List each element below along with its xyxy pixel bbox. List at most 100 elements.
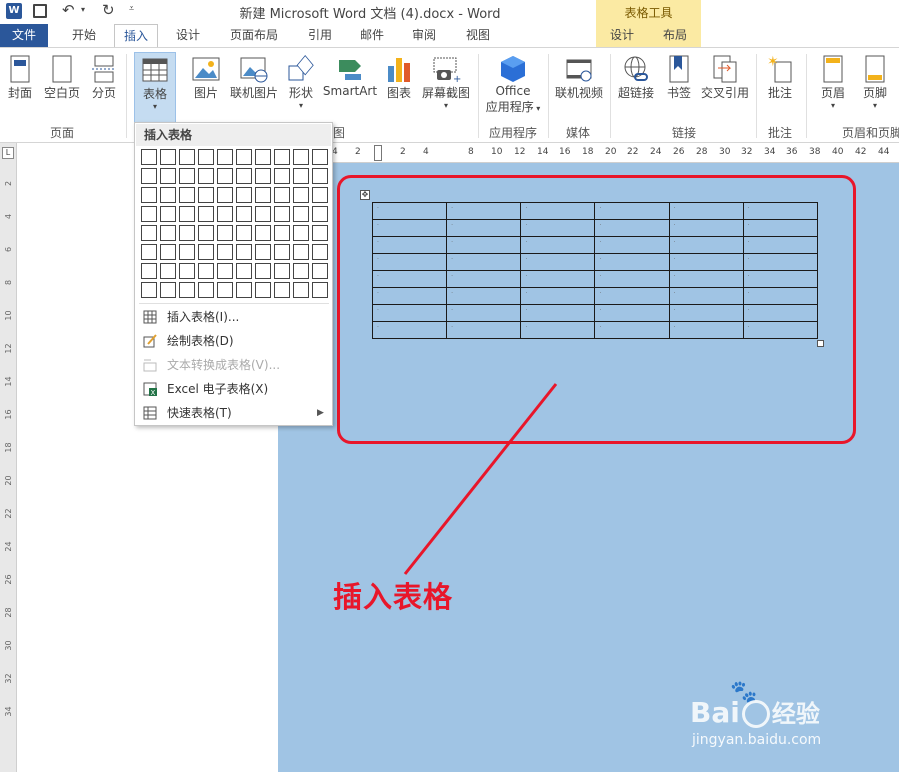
grid-cell[interactable] <box>217 187 233 203</box>
grid-cell[interactable] <box>198 263 214 279</box>
grid-cell[interactable] <box>198 282 214 298</box>
grid-cell[interactable] <box>274 206 290 222</box>
tab-file[interactable]: 文件 <box>0 24 48 47</box>
smartart-button[interactable]: SmartArt <box>322 54 378 98</box>
grid-cell[interactable] <box>312 225 328 241</box>
grid-cell[interactable] <box>236 206 252 222</box>
save-icon[interactable] <box>33 4 47 18</box>
grid-cell[interactable] <box>141 149 157 165</box>
grid-cell[interactable] <box>293 206 309 222</box>
grid-cell[interactable] <box>179 168 195 184</box>
grid-cell[interactable] <box>274 244 290 260</box>
grid-cell[interactable] <box>255 206 271 222</box>
grid-cell[interactable] <box>160 263 176 279</box>
grid-cell[interactable] <box>198 244 214 260</box>
grid-cell[interactable] <box>293 187 309 203</box>
grid-cell[interactable] <box>293 263 309 279</box>
grid-cell[interactable] <box>312 149 328 165</box>
shapes-button[interactable]: 形状 ▾ <box>284 54 318 110</box>
grid-cell[interactable] <box>236 149 252 165</box>
tab-design[interactable]: 设计 <box>166 24 210 47</box>
tab-insert[interactable]: 插入 <box>114 24 158 47</box>
grid-cell[interactable] <box>217 244 233 260</box>
comment-button[interactable]: ✶ 批注 <box>762 54 798 101</box>
grid-cell[interactable] <box>179 244 195 260</box>
grid-cell[interactable] <box>255 282 271 298</box>
grid-cell[interactable] <box>255 187 271 203</box>
grid-cell[interactable] <box>293 149 309 165</box>
grid-cell[interactable] <box>198 225 214 241</box>
grid-cell[interactable] <box>236 263 252 279</box>
grid-cell[interactable] <box>274 263 290 279</box>
screenshot-button[interactable]: + 屏幕截图 ▾ <box>418 54 474 110</box>
grid-cell[interactable] <box>179 263 195 279</box>
grid-cell[interactable] <box>293 225 309 241</box>
picture-button[interactable]: 图片 <box>188 54 224 101</box>
office-apps-button[interactable]: Office 应用程序 ▾ <box>482 54 544 115</box>
cover-page-button[interactable]: 封面 <box>4 54 36 101</box>
grid-cell[interactable] <box>293 168 309 184</box>
tab-mailings[interactable]: 邮件 <box>350 24 394 47</box>
chart-button[interactable]: 图表 <box>384 54 414 101</box>
grid-cell[interactable] <box>160 168 176 184</box>
grid-cell[interactable] <box>274 149 290 165</box>
grid-cell[interactable] <box>160 282 176 298</box>
grid-cell[interactable] <box>217 263 233 279</box>
grid-cell[interactable] <box>312 168 328 184</box>
header-button[interactable]: 页眉 ▾ <box>814 54 852 110</box>
grid-cell[interactable] <box>217 282 233 298</box>
menu-quick-tables[interactable]: 快速表格(T) ▶ <box>139 401 329 425</box>
grid-cell[interactable] <box>141 206 157 222</box>
grid-cell[interactable] <box>255 244 271 260</box>
grid-cell[interactable] <box>274 187 290 203</box>
grid-cell[interactable] <box>141 168 157 184</box>
menu-draw-table[interactable]: 绘制表格(D) <box>139 329 329 353</box>
grid-cell[interactable] <box>312 206 328 222</box>
grid-cell[interactable] <box>160 149 176 165</box>
grid-cell[interactable] <box>255 263 271 279</box>
grid-cell[interactable] <box>312 244 328 260</box>
grid-cell[interactable] <box>198 187 214 203</box>
blank-page-button[interactable]: 空白页 <box>42 54 82 101</box>
tab-home[interactable]: 开始 <box>62 24 106 47</box>
online-video-button[interactable]: 联机视频 <box>552 54 606 101</box>
grid-cell[interactable] <box>141 187 157 203</box>
grid-cell[interactable] <box>217 149 233 165</box>
bookmark-button[interactable]: 书签 <box>662 54 696 101</box>
grid-cell[interactable] <box>160 225 176 241</box>
grid-cell[interactable] <box>160 187 176 203</box>
ruler-tab-selector[interactable]: L <box>2 147 14 159</box>
grid-cell[interactable] <box>274 225 290 241</box>
grid-cell[interactable] <box>198 206 214 222</box>
grid-cell[interactable] <box>217 168 233 184</box>
menu-excel-spreadsheet[interactable]: X Excel 电子表格(X) <box>139 377 329 401</box>
undo-dropdown-icon[interactable]: ▾ <box>81 5 85 14</box>
grid-cell[interactable] <box>198 149 214 165</box>
customize-toolbar-icon[interactable]: ⩡ <box>129 4 134 14</box>
grid-cell[interactable] <box>255 225 271 241</box>
grid-cell[interactable] <box>255 149 271 165</box>
indent-marker-icon[interactable] <box>374 145 382 161</box>
horizontal-ruler[interactable]: 4 2 2 4 8 10 12 14 16 18 20 22 24 26 28 30 32 34 36 38 40 42 4… <box>278 143 899 163</box>
grid-cell[interactable] <box>236 225 252 241</box>
table-button[interactable]: 表格 ▾ <box>134 52 176 126</box>
grid-cell[interactable] <box>236 187 252 203</box>
grid-cell[interactable] <box>141 263 157 279</box>
grid-cell[interactable] <box>160 244 176 260</box>
grid-cell[interactable] <box>141 282 157 298</box>
online-picture-button[interactable]: 联机图片 <box>228 54 280 101</box>
footer-button[interactable]: 页脚 ▾ <box>856 54 894 110</box>
grid-cell[interactable] <box>293 282 309 298</box>
grid-cell[interactable] <box>179 149 195 165</box>
grid-cell[interactable] <box>179 206 195 222</box>
cross-reference-button[interactable]: 交叉引用 <box>698 54 752 101</box>
grid-cell[interactable] <box>274 168 290 184</box>
grid-cell[interactable] <box>236 282 252 298</box>
grid-cell[interactable] <box>312 282 328 298</box>
grid-cell[interactable] <box>179 187 195 203</box>
grid-cell[interactable] <box>236 168 252 184</box>
grid-cell[interactable] <box>141 244 157 260</box>
hyperlink-button[interactable]: 超链接 <box>614 54 658 101</box>
grid-cell[interactable] <box>293 244 309 260</box>
grid-cell[interactable] <box>179 225 195 241</box>
